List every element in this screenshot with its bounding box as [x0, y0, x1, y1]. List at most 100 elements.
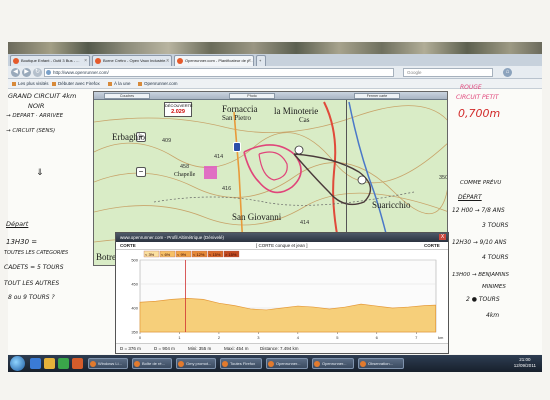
- browser-tab-active[interactable]: Openrunner.com - Planificateur de p... ×: [174, 55, 254, 66]
- profile-close-button[interactable]: X: [439, 234, 446, 240]
- taskbar-item[interactable]: Openrunner...: [312, 358, 354, 369]
- stat-distance: Distance: 7.494 km: [260, 346, 299, 351]
- new-tab-label: +: [259, 58, 262, 63]
- profile-end-label: CORTE: [424, 243, 440, 248]
- tab-favicon-icon: [95, 58, 101, 64]
- place-label: Botre: [96, 252, 116, 262]
- slope-legend-label: > 15%: [225, 252, 237, 257]
- bookmark-icon: [12, 81, 16, 86]
- taskbar-item[interactable]: Gmy promot...: [176, 358, 216, 369]
- note-left-line: Départ: [6, 220, 29, 228]
- clock-date: 12/09/2011: [513, 363, 536, 368]
- map-panel-bar: Couches Photo Fermer carte: [94, 92, 447, 100]
- note-left-line: GRAND CIRCUIT 4km: [8, 92, 77, 100]
- folder-icon[interactable]: [44, 358, 55, 369]
- photo-label: Photo: [247, 94, 257, 98]
- bookmark-label: Débuter avec Firefox: [58, 81, 100, 86]
- elevation-label: 414: [300, 220, 310, 226]
- tab-favicon-icon: [13, 58, 19, 64]
- place-label: Cas: [299, 116, 310, 124]
- reload-icon[interactable]: ↻: [33, 68, 42, 77]
- scale-value: 2.029: [171, 109, 185, 115]
- profile-stats-bar: D = 376 m D = 904 m Mini: 355 m Maxi: 45…: [116, 343, 448, 353]
- search-input[interactable]: Google: [403, 68, 493, 77]
- bookmark-item[interactable]: Openrunner.com: [138, 79, 178, 89]
- note-left-line: TOUTES LES CATEGORIES: [4, 250, 69, 256]
- tab-close-icon[interactable]: ×: [84, 56, 87, 66]
- back-arrow-icon[interactable]: ◀: [11, 68, 20, 77]
- forward-arrow-icon[interactable]: ▶: [22, 68, 31, 77]
- tab-close-icon[interactable]: ×: [248, 56, 251, 66]
- note-left-line: NOIR: [28, 102, 45, 110]
- bookmark-item[interactable]: À la une: [108, 79, 131, 89]
- windows-taskbar: Windows Li... Boîte de ré... Gmy promot.…: [8, 355, 542, 372]
- x-tick-label: 5: [336, 335, 339, 340]
- taskbar-app-icon: [178, 361, 184, 367]
- note-right-line: 4 TOURS: [482, 254, 509, 261]
- slope-legend-label: < 9%: [177, 252, 187, 257]
- taskbar-item[interactable]: Openrunner...: [266, 358, 308, 369]
- stat-max: Maxi: 454 m: [224, 346, 249, 351]
- layers-button[interactable]: Couches: [104, 93, 150, 99]
- tab-label: Boutique Enfant - Outil 3 Bus - ...: [21, 58, 80, 63]
- taskbar-item[interactable]: Observation...: [358, 358, 404, 369]
- elevation-label: 458: [180, 164, 190, 170]
- scanned-page: Boutique Enfant - Outil 3 Bus - ... × Bo…: [0, 0, 550, 400]
- bookmark-label: Openrunner.com: [144, 81, 178, 86]
- url-text: http://www.openrunner.com/: [53, 70, 109, 75]
- start-orb-icon[interactable]: [10, 356, 25, 371]
- taskbar-item[interactable]: Toutes Firefox: [220, 358, 262, 369]
- browser-tab[interactable]: Boutique Enfant - Outil 3 Bus - ... ×: [10, 55, 90, 66]
- close-map-button[interactable]: Fermer carte: [354, 93, 400, 99]
- location-pin-icon[interactable]: [233, 142, 241, 152]
- profile-title: www.openrunner.com - Profil Altimétrique…: [120, 235, 225, 240]
- elevation-label: 414: [214, 154, 224, 160]
- browser-tab[interactable]: Borne Crétro - Opex Vaux Industrie... ×: [92, 55, 172, 66]
- profile-start-label: CORTE: [120, 243, 136, 248]
- system-clock[interactable]: 21:00 12/09/2011: [514, 357, 536, 369]
- slope-legend-label: < 15%: [209, 252, 221, 257]
- x-tick-label: 4: [297, 335, 300, 340]
- header-photo-strip: [8, 42, 542, 54]
- bookmark-item[interactable]: Débuter avec Firefox: [52, 79, 100, 89]
- profile-title-bar: www.openrunner.com - Profil Altimétrique…: [116, 233, 448, 242]
- place-label: Chapelle: [174, 172, 196, 178]
- taskbar-item[interactable]: Windows Li...: [88, 358, 128, 369]
- taskbar-item-label: Openrunner...: [276, 361, 301, 366]
- x-tick-label: 1: [178, 335, 181, 340]
- tab-close-icon[interactable]: ×: [166, 56, 169, 66]
- url-input[interactable]: http://www.openrunner.com/: [44, 68, 394, 77]
- place-label: San Pietro: [222, 114, 251, 122]
- layers-label: Couches: [119, 94, 135, 98]
- new-tab-button[interactable]: +: [256, 55, 266, 66]
- ie-icon[interactable]: [30, 358, 41, 369]
- search-placeholder: Google: [407, 70, 422, 75]
- slope-legend-label: < 3%: [145, 252, 155, 257]
- slope-legend-label: < 6%: [161, 252, 171, 257]
- taskbar-app-icon: [222, 361, 228, 367]
- taskbar-item[interactable]: Boîte de ré...: [132, 358, 172, 369]
- x-tick-label: 2: [218, 335, 221, 340]
- tab-label: Openrunner.com - Planificateur de p...: [185, 58, 253, 63]
- place-label: Fornaccia: [222, 104, 258, 114]
- taskbar-app-icon: [268, 361, 274, 367]
- home-icon[interactable]: ⌂: [503, 68, 512, 77]
- bookmark-item[interactable]: Les plus visités: [12, 79, 49, 89]
- zoom-out-button[interactable]: −: [136, 167, 146, 177]
- note-right-line: 4km: [486, 312, 500, 319]
- start-point-marker[interactable]: [204, 166, 217, 179]
- taskbar-item-label: Toutes Firefox: [230, 361, 256, 366]
- navigation-bar: ◀ ▶ ↻ http://www.openrunner.com/ Google …: [8, 66, 542, 79]
- elevation-profile-chart[interactable]: < 3% < 6% < 9% < 12% < 15% > 15% 500 450 400 3500…: [118, 250, 446, 342]
- firefox-icon[interactable]: [72, 358, 83, 369]
- bookmark-icon: [138, 81, 142, 86]
- media-icon[interactable]: [58, 358, 69, 369]
- place-label: Erbaghio: [112, 132, 145, 142]
- close-map-label: Fermer carte: [366, 94, 388, 98]
- y-tick-label: 450: [131, 282, 138, 287]
- note-right-line: ROUGE: [460, 84, 482, 91]
- x-tick-label: 7: [415, 335, 418, 340]
- place-label: San Giovanni: [232, 212, 282, 222]
- x-tick-label: 3: [257, 335, 260, 340]
- photo-button[interactable]: Photo: [229, 93, 275, 99]
